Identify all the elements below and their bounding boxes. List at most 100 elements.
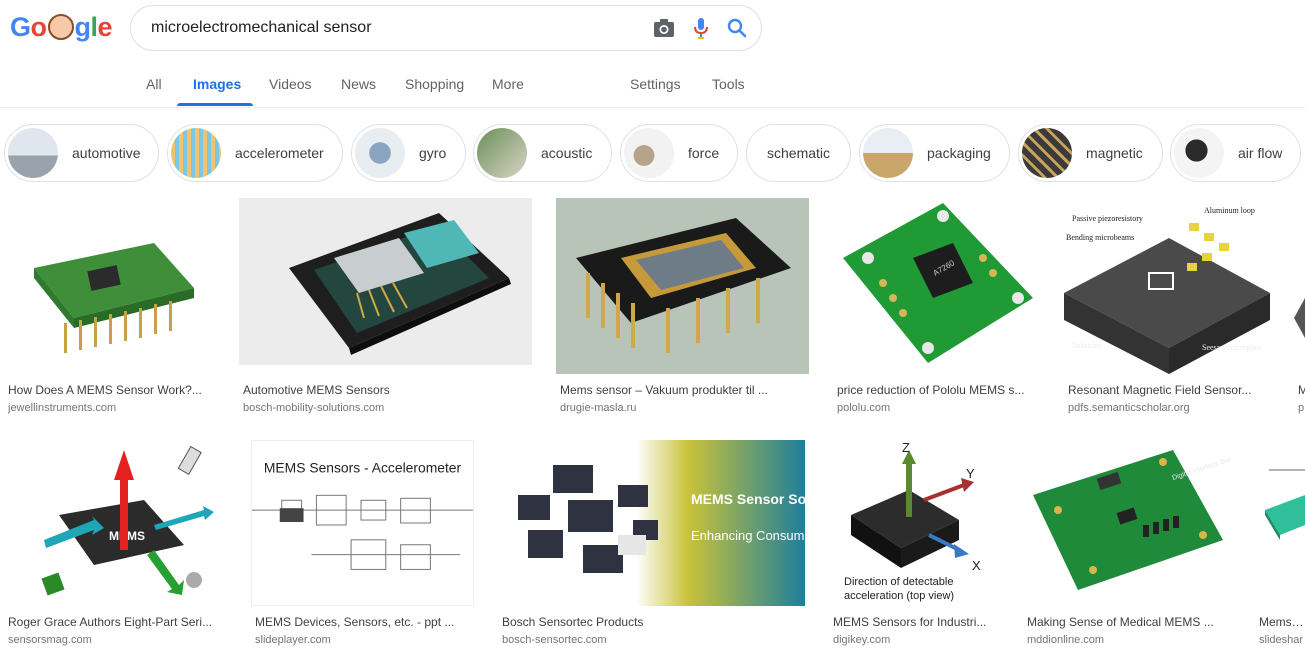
image-result[interactable]: Z Y X Direction of detectable accelerati…: [829, 440, 999, 655]
axis-z-label: Z: [902, 440, 910, 455]
label-substrate: Substrate: [1072, 341, 1102, 350]
chip-acoustic[interactable]: acoustic: [473, 124, 612, 182]
result-image[interactable]: Passive piezoresistory Aluminum loop Ben…: [1064, 198, 1270, 374]
result-image[interactable]: Z Y X Direction of detectable accelerati…: [829, 440, 999, 606]
axis-x-label: X: [972, 558, 981, 573]
result-caption[interactable]: Mems se: [1259, 615, 1305, 629]
ppt-title: MEMS Sensors - Accelerometer: [264, 460, 462, 476]
result-caption[interactable]: Bosch Sensortec Products: [502, 615, 805, 629]
label-bending-microbeams: Bending microbeams: [1066, 233, 1134, 242]
tab-more[interactable]: More: [492, 76, 524, 92]
chip-thumbnail: [863, 128, 913, 178]
search-icon[interactable]: [727, 18, 747, 38]
tab-settings[interactable]: Settings: [630, 76, 681, 92]
chip-magnetic[interactable]: magnetic: [1018, 124, 1163, 182]
result-site[interactable]: bosch-mobility-solutions.com: [243, 402, 532, 414]
chip-thumbnail: [1022, 128, 1072, 178]
result-site[interactable]: p: [1298, 402, 1305, 414]
search-tabs: All Images Videos News Shopping More Set…: [0, 62, 1305, 108]
chip-label: packaging: [927, 145, 991, 161]
axis-y-label: Y: [966, 466, 975, 481]
chip-accelerometer[interactable]: accelerometer: [167, 124, 343, 182]
result-image[interactable]: Digital Interface Board: [1023, 440, 1231, 606]
logo-letter: G: [10, 11, 31, 42]
tab-shopping[interactable]: Shopping: [405, 76, 464, 92]
result-caption[interactable]: Resonant Magnetic Field Sensor...: [1068, 383, 1270, 397]
image-result[interactable]: Automotive MEMS Sensors bosch-mobility-s…: [239, 198, 532, 418]
result-image[interactable]: [1294, 198, 1305, 374]
result-image[interactable]: MEMS: [4, 440, 227, 606]
result-site[interactable]: pololu.com: [837, 402, 1040, 414]
chip-air-flow[interactable]: air flow: [1170, 124, 1301, 182]
chip-schematic[interactable]: schematic: [746, 124, 851, 182]
chip-label: air flow: [1238, 145, 1283, 161]
image-result[interactable]: Mems se slideshar: [1255, 440, 1305, 655]
image-result[interactable]: MEMS Roger Grace Authors Eight-Part Seri…: [4, 440, 227, 655]
chip-packaging[interactable]: packaging: [859, 124, 1010, 182]
result-caption[interactable]: Making Sense of Medical MEMS ...: [1027, 615, 1231, 629]
chip-label: schematic: [767, 145, 831, 161]
logo-doodle-icon: [47, 14, 74, 40]
result-caption[interactable]: Mems sensor – Vakuum produkter til ...: [560, 383, 809, 397]
microphone-icon[interactable]: [693, 17, 709, 39]
google-logo[interactable]: G o g l e: [10, 10, 113, 44]
chip-automotive[interactable]: automotive: [4, 124, 159, 182]
result-caption[interactable]: MEMS Devices, Sensors, etc. - ppt ...: [255, 615, 474, 629]
result-site[interactable]: mddionline.com: [1027, 634, 1231, 646]
tab-images[interactable]: Images: [193, 76, 241, 92]
result-image[interactable]: A7260: [833, 198, 1040, 374]
chip-label: gyro: [419, 145, 447, 161]
chip-force[interactable]: force: [620, 124, 738, 182]
image-result[interactable]: How Does A MEMS Sensor Work?... jewellin…: [4, 198, 215, 418]
active-tab-indicator: [177, 103, 253, 106]
result-site[interactable]: bosch-sensortec.com: [502, 634, 805, 646]
chip-thumbnail: [355, 128, 405, 178]
result-caption[interactable]: MEMS Sensors for Industri...: [833, 615, 999, 629]
result-caption[interactable]: M: [1298, 383, 1305, 397]
image-result[interactable]: Passive piezoresistory Aluminum loop Ben…: [1064, 198, 1270, 418]
image-result[interactable]: M p: [1294, 198, 1305, 418]
image-result[interactable]: Mems sensor – Vakuum produkter til ... d…: [556, 198, 809, 418]
chip-label: accelerometer: [235, 145, 324, 161]
camera-icon[interactable]: [653, 18, 675, 38]
result-caption[interactable]: How Does A MEMS Sensor Work?...: [8, 383, 215, 397]
image-result[interactable]: MEMS Sensors - Accelerometer MEMS Device…: [251, 440, 474, 655]
result-caption[interactable]: Roger Grace Authors Eight-Part Seri...: [8, 615, 227, 629]
tab-news[interactable]: News: [341, 76, 376, 92]
logo-letter: g: [74, 11, 92, 42]
chip-gyro[interactable]: gyro: [351, 124, 466, 182]
tab-all[interactable]: All: [146, 76, 162, 92]
bosch-subtitle: Enhancing Consumer Experience: [691, 528, 805, 543]
result-site[interactable]: jewellinstruments.com: [8, 402, 215, 414]
logo-letter: l: [90, 11, 99, 42]
tab-tools[interactable]: Tools: [712, 76, 745, 92]
result-site[interactable]: drugie-masla.ru: [560, 402, 809, 414]
result-site[interactable]: sensorsmag.com: [8, 634, 227, 646]
label-aluminum-loop: Aluminum loop: [1204, 206, 1255, 215]
result-site[interactable]: pdfs.semanticscholar.org: [1068, 402, 1270, 414]
chip-label: magnetic: [1086, 145, 1143, 161]
chip-thumbnail: [624, 128, 674, 178]
tab-videos[interactable]: Videos: [269, 76, 312, 92]
result-image[interactable]: MEMS Sensor Solutions Enhancing Consumer…: [498, 440, 805, 606]
chip-thumbnail: [1174, 128, 1224, 178]
image-result[interactable]: Digital Interface Board Making Sense of …: [1023, 440, 1231, 655]
chip-thumbnail: [8, 128, 58, 178]
image-result[interactable]: A7260 price reduction of Pololu MEMS s..…: [833, 198, 1040, 418]
result-site[interactable]: slideshar: [1259, 634, 1305, 646]
result-site[interactable]: slideplayer.com: [255, 634, 474, 646]
image-result[interactable]: MEMS Sensor Solutions Enhancing Consumer…: [498, 440, 805, 655]
logo-letter: e: [97, 11, 113, 42]
result-caption[interactable]: price reduction of Pololu MEMS s...: [837, 383, 1040, 397]
result-image[interactable]: MEMS Sensors - Accelerometer: [251, 440, 474, 606]
result-image[interactable]: [1255, 440, 1305, 606]
result-site[interactable]: digikey.com: [833, 634, 999, 646]
result-image[interactable]: [4, 198, 215, 374]
result-image[interactable]: [239, 198, 532, 365]
search-input[interactable]: [151, 19, 631, 37]
result-caption[interactable]: Automotive MEMS Sensors: [243, 383, 532, 397]
result-image[interactable]: [556, 198, 809, 374]
search-box[interactable]: [130, 5, 762, 51]
chip-thumbnail: [171, 128, 221, 178]
logo-letter: o: [30, 11, 48, 42]
